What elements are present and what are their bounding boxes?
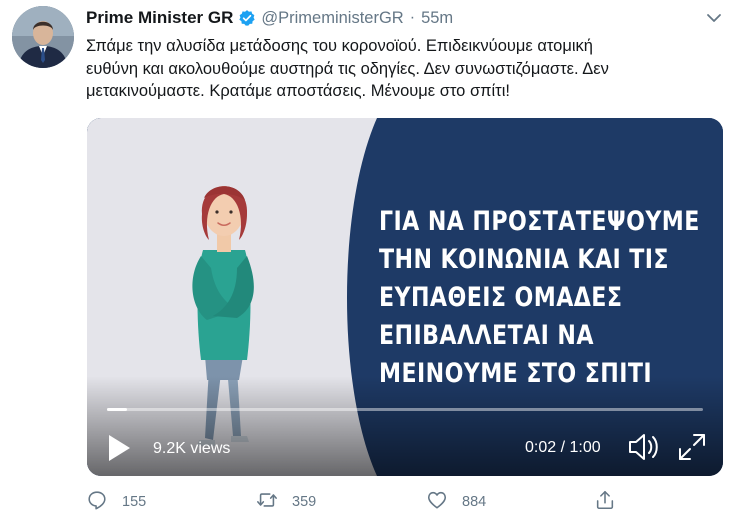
like-button[interactable]: 884 <box>426 488 486 516</box>
play-icon[interactable] <box>107 434 131 462</box>
tweet-timestamp[interactable]: 55m <box>421 9 453 28</box>
retweet-button[interactable]: 359 <box>256 488 316 516</box>
video-overlay-text: ΤΗΝ ΚΟΙΝΩΝΙΑ ΚΑΙ ΤΙΣ <box>379 244 669 275</box>
reply-count: 155 <box>122 494 147 510</box>
view-count: 9.2K views <box>153 440 231 457</box>
tweet-text: Σπάμε την αλυσίδα μετάδοσης του κορονοϊο… <box>86 35 726 103</box>
chevron-down-icon[interactable] <box>706 10 722 26</box>
separator-dot: · <box>409 9 416 26</box>
video-progress-fill <box>107 408 127 411</box>
tweet-actions: 155 359 884 <box>86 488 626 516</box>
like-count: 884 <box>462 494 487 510</box>
tweet-header: Prime Minister GR @PrimeministerGR · 55m <box>86 7 453 29</box>
reply-icon <box>86 489 108 515</box>
heart-icon <box>426 489 448 515</box>
fullscreen-icon[interactable] <box>677 432 707 462</box>
avatar[interactable] <box>12 6 74 68</box>
volume-icon[interactable] <box>627 432 661 462</box>
author-handle[interactable]: @PrimeministerGR <box>261 9 403 28</box>
video-player[interactable]: ΓΙΑ ΝΑ ΠΡΟΣΤΑΤΕΨΟΥΜΕ ΤΗΝ ΚΟΙΝΩΝΙΑ ΚΑΙ ΤΙ… <box>87 118 723 476</box>
verified-badge-icon <box>238 9 256 27</box>
video-overlay-text: ΓΙΑ ΝΑ ΠΡΟΣΤΑΤΕΨΟΥΜΕ <box>379 206 700 237</box>
tweet-text-line: ευθύνη και ακολουθούμε αυστηρά τις οδηγί… <box>86 59 609 78</box>
share-icon <box>594 489 616 515</box>
author-name[interactable]: Prime Minister GR <box>86 8 233 28</box>
retweet-count: 359 <box>292 494 317 510</box>
video-overlay-text: ΕΠΙΒΑΛΛΕΤΑΙ ΝΑ <box>379 320 594 351</box>
tweet-text-line: Σπάμε την αλυσίδα μετάδοσης του κορονοϊο… <box>86 37 593 55</box>
reply-button[interactable]: 155 <box>86 488 146 516</box>
video-overlay-text: ΜΕΙΝΟΥΜΕ ΣΤΟ ΣΠΙΤΙ <box>379 358 653 389</box>
share-button[interactable] <box>594 488 616 516</box>
avatar-image <box>12 6 74 68</box>
video-overlay-text: ΕΥΠΑΘΕΙΣ ΟΜΑΔΕΣ <box>379 282 623 313</box>
retweet-icon <box>256 489 278 515</box>
tweet-text-line: μετακινούμαστε. Κρατάμε αποστάσεις. Μένο… <box>86 82 510 100</box>
video-progress-bar[interactable] <box>107 408 703 411</box>
video-time: 0:02 / 1:00 <box>525 439 601 456</box>
